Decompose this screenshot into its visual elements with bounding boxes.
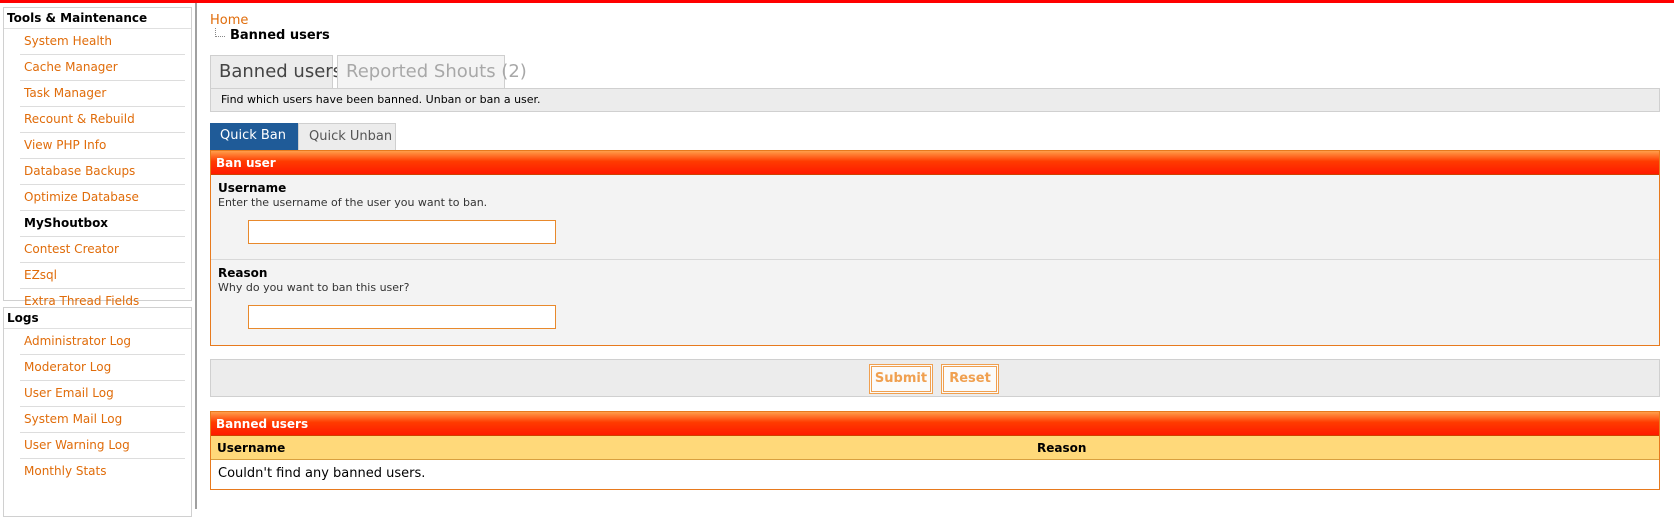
sidebar: Tools & Maintenance System Health Cache … [0,3,197,517]
panel-title: Banned users [211,412,1659,436]
breadcrumb-current: Banned users [230,28,330,43]
field-description: Enter the username of the user you want … [218,196,488,209]
tab-banned-users[interactable]: Banned users [210,55,342,88]
reset-button[interactable]: Reset [941,364,999,394]
tab-quick-ban[interactable]: Quick Ban [210,123,298,150]
panel-title: Ban user [211,151,1659,175]
breadcrumb-home-link[interactable]: Home [210,13,248,28]
sidebar-section-title: Logs [4,308,191,329]
main-content: Home Banned users Banned users Reported … [210,3,1664,509]
field-label: Username [218,181,287,195]
page-description: Find which users have been banned. Unban… [210,88,1660,112]
field-description: Why do you want to ban this user? [218,281,410,294]
field-label: Reason [218,266,268,280]
ban-user-panel: Ban user Username Enter the username of … [210,150,1660,346]
table-header: Username Reason [211,436,1659,460]
sidebar-item-monthly-stats[interactable]: Monthly Stats [20,459,185,485]
submit-button[interactable]: Submit [869,364,933,394]
banned-users-panel: Banned users Username Reason Couldn't fi… [210,411,1660,490]
form-row-username: Username Enter the username of the user … [211,175,1659,260]
sidebar-item-user-email-log[interactable]: User Email Log [20,381,185,407]
sidebar-item-system-health[interactable]: System Health [20,29,185,55]
sidebar-section-logs: Logs Administrator Log Moderator Log Use… [3,307,192,517]
sidebar-item-user-warning-log[interactable]: User Warning Log [20,433,185,459]
sidebar-item-system-mail-log[interactable]: System Mail Log [20,407,185,433]
form-row-reason: Reason Why do you want to ban this user? [211,260,1659,345]
sidebar-item-administrator-log[interactable]: Administrator Log [20,329,185,355]
tab-quick-unban[interactable]: Quick Unban [298,123,396,150]
sidebar-section-title: Tools & Maintenance [4,8,191,29]
sidebar-item-contest-creator[interactable]: Contest Creator [20,237,185,263]
reason-input[interactable] [248,305,556,329]
breadcrumb-tree-connector [215,28,225,37]
username-input[interactable] [248,220,556,244]
sidebar-item-optimize-database[interactable]: Optimize Database [20,185,185,211]
sidebar-item-view-php-info[interactable]: View PHP Info [20,133,185,159]
sidebar-item-database-backups[interactable]: Database Backups [20,159,185,185]
sidebar-item-ezsql[interactable]: EZsql [20,263,185,289]
sidebar-item-recount-rebuild[interactable]: Recount & Rebuild [20,107,185,133]
tab-reported-shouts[interactable]: Reported Shouts (2) [337,55,527,88]
sidebar-item-myshoutbox[interactable]: MyShoutbox [20,211,185,237]
empty-table-message: Couldn't find any banned users. [211,460,1659,488]
sidebar-section-tools: Tools & Maintenance System Health Cache … [3,7,192,308]
sidebar-item-task-manager[interactable]: Task Manager [20,81,185,107]
sidebar-item-moderator-log[interactable]: Moderator Log [20,355,185,381]
form-buttons-bar: Submit Reset [210,359,1660,397]
sidebar-item-cache-manager[interactable]: Cache Manager [20,55,185,81]
column-header-reason[interactable]: Reason [1037,436,1086,460]
column-header-username[interactable]: Username [217,436,285,460]
